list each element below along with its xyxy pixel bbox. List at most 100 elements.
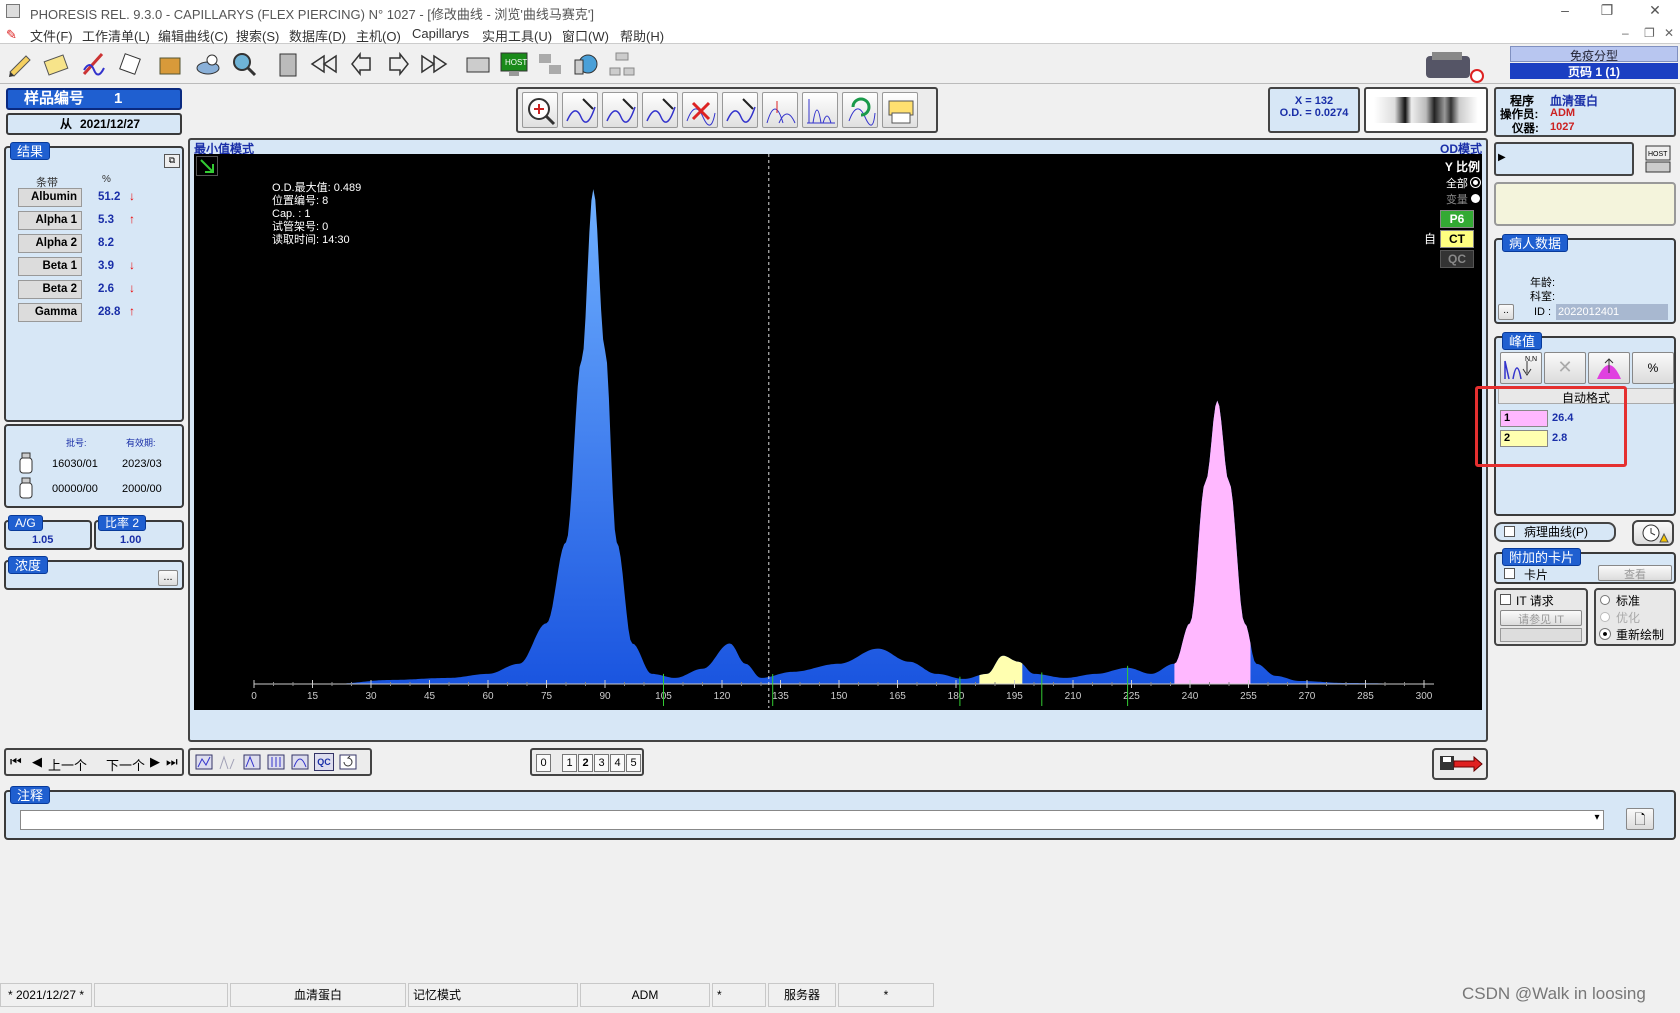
edit-curve-icon[interactable] [642, 92, 678, 128]
y-scale-all[interactable]: 全部 [1434, 175, 1481, 191]
page-button-5[interactable]: 5 [626, 754, 641, 772]
tag-icon[interactable] [114, 48, 146, 80]
mdi-close-button[interactable]: ✕ [1664, 26, 1674, 40]
peak-delete-button[interactable]: ✕ [1544, 352, 1586, 384]
menu-database[interactable]: 数据库(D) [289, 26, 346, 45]
draw-line-icon[interactable] [722, 92, 758, 128]
menu-search[interactable]: 搜索(S) [236, 26, 279, 45]
view-mode-3-icon[interactable] [242, 753, 262, 771]
host-icon[interactable]: HOST [1644, 144, 1672, 174]
x-tick-label-30: 30 [365, 691, 377, 702]
menu-capillarys[interactable]: Capillarys [412, 26, 469, 41]
page-button-3[interactable]: 3 [594, 754, 609, 772]
print-icon[interactable] [882, 92, 918, 128]
view-mode-5-icon[interactable] [290, 753, 310, 771]
radio-redraw-selected[interactable] [1599, 628, 1611, 640]
concentration-more-button[interactable]: ... [158, 570, 178, 586]
clock-warning-button[interactable] [1632, 520, 1674, 546]
minimize-button[interactable]: – [1550, 2, 1580, 18]
menu-window[interactable]: 窗口(W) [562, 26, 609, 45]
last-button[interactable]: ⏭ [166, 754, 178, 770]
zoom-icon[interactable] [522, 92, 558, 128]
refresh-icon[interactable] [338, 753, 358, 771]
expand-arrow-icon[interactable]: ▶ [1498, 152, 1506, 163]
menu-worklist[interactable]: 工作清单(L) [82, 26, 150, 45]
folder-icon[interactable] [154, 48, 186, 80]
delete-fraction-icon[interactable] [682, 92, 718, 128]
view-mode-4-icon[interactable] [266, 753, 286, 771]
pathology-checkbox[interactable] [1504, 526, 1515, 537]
first-button[interactable]: ⏮ [10, 754, 22, 770]
undo-icon[interactable] [842, 92, 878, 128]
analyzer-icon[interactable] [272, 48, 304, 80]
results-export-icon[interactable]: ⧉ [164, 154, 180, 168]
edit-curve-icon[interactable] [78, 48, 110, 80]
menu-file[interactable]: 文件(F) [30, 26, 73, 45]
prev-arrow-icon[interactable]: ◀ [32, 754, 42, 770]
menu-help[interactable]: 帮助(H) [620, 26, 664, 45]
prev-button[interactable]: 上一个 [48, 755, 87, 774]
notes-document-icon[interactable]: 🗋 [1626, 808, 1654, 830]
view-mode-1-icon[interactable] [194, 753, 214, 771]
radio-empty-icon[interactable] [1471, 194, 1480, 203]
last-record-icon[interactable] [418, 48, 450, 80]
fraction-flag-1: ↑ [129, 212, 135, 226]
p6-tag[interactable]: P6 [1440, 210, 1474, 228]
y-scale-variable[interactable]: 变量 [1434, 191, 1480, 207]
save-exit-button[interactable] [1432, 748, 1488, 780]
peak-index-1[interactable]: 2 [1500, 430, 1548, 447]
ct-tag[interactable]: CT [1440, 230, 1474, 248]
radio-standard[interactable] [1600, 595, 1610, 605]
see-it-button[interactable]: 请参见 IT [1500, 610, 1582, 626]
peak-percent-button[interactable]: % [1632, 352, 1674, 384]
qc-tag[interactable]: QC [1440, 250, 1474, 268]
globe-icon[interactable] [570, 48, 602, 80]
overlay-curve-icon[interactable] [602, 92, 638, 128]
mdi-restore-button[interactable]: ❐ [1644, 26, 1655, 40]
next-arrow-icon[interactable]: ▶ [150, 754, 160, 770]
card-checkbox[interactable] [1504, 568, 1515, 579]
network-icon[interactable] [534, 48, 566, 80]
worklist-icon[interactable] [40, 48, 72, 80]
radio-optimize[interactable] [1600, 612, 1610, 622]
first-record-icon[interactable] [308, 48, 340, 80]
menu-host[interactable]: 主机(O) [356, 26, 401, 45]
peak-index-0[interactable]: 1 [1500, 410, 1548, 427]
smooth-curve-icon[interactable] [562, 92, 598, 128]
qc-view-button[interactable]: QC [314, 753, 334, 771]
host-monitor-icon[interactable]: HOST [498, 48, 530, 80]
prev-record-icon[interactable] [346, 48, 378, 80]
pathology-curve-toggle[interactable]: 病理曲线(P) [1494, 522, 1616, 542]
peak-detect-icon[interactable] [762, 92, 798, 128]
keyboard-icon[interactable] [462, 48, 494, 80]
menu-utilities[interactable]: 实用工具(U) [482, 26, 552, 45]
peak-detect-button[interactable]: N,N [1500, 352, 1542, 384]
page-button-2[interactable]: 2 [578, 754, 593, 772]
chart-canvas[interactable]: 0 15 30 45 60 75 90 105 120 135 150 165 180 195 210 225… [194, 154, 1482, 710]
page-button-0[interactable]: 0 [536, 754, 551, 772]
tree-icon[interactable] [606, 48, 638, 80]
close-button[interactable]: ✕ [1640, 2, 1670, 19]
next-record-icon[interactable] [382, 48, 414, 80]
fraction-name-5: Gamma [18, 303, 82, 322]
view-card-button[interactable]: 查看 [1598, 565, 1672, 581]
mdi-minimize-button[interactable]: – [1622, 26, 1629, 40]
search-magnifier-icon[interactable] [228, 48, 260, 80]
it-request-checkbox[interactable] [1500, 594, 1511, 605]
view-mode-2-icon[interactable] [218, 753, 238, 771]
menu-edit-curve[interactable]: 编辑曲线(C) [158, 26, 228, 45]
search-dish-icon[interactable] [192, 48, 224, 80]
patient-more-button[interactable]: .. [1498, 304, 1514, 320]
notes-input[interactable] [20, 810, 1604, 830]
radio-selected-icon[interactable] [1470, 177, 1481, 188]
page-button-1[interactable]: 1 [562, 754, 577, 772]
collapse-arrow-icon[interactable] [196, 156, 218, 176]
edit-pencil-icon[interactable] [4, 48, 36, 80]
restore-button[interactable]: ❐ [1592, 2, 1622, 19]
patient-id-field[interactable]: 2022012401 [1556, 304, 1668, 320]
page-button-4[interactable]: 4 [610, 754, 625, 772]
baseline-icon[interactable] [802, 92, 838, 128]
next-button[interactable]: 下一个 [106, 755, 145, 774]
notes-dropdown-icon[interactable]: ▾ [1590, 812, 1604, 828]
peak-fill-button[interactable] [1588, 352, 1630, 384]
